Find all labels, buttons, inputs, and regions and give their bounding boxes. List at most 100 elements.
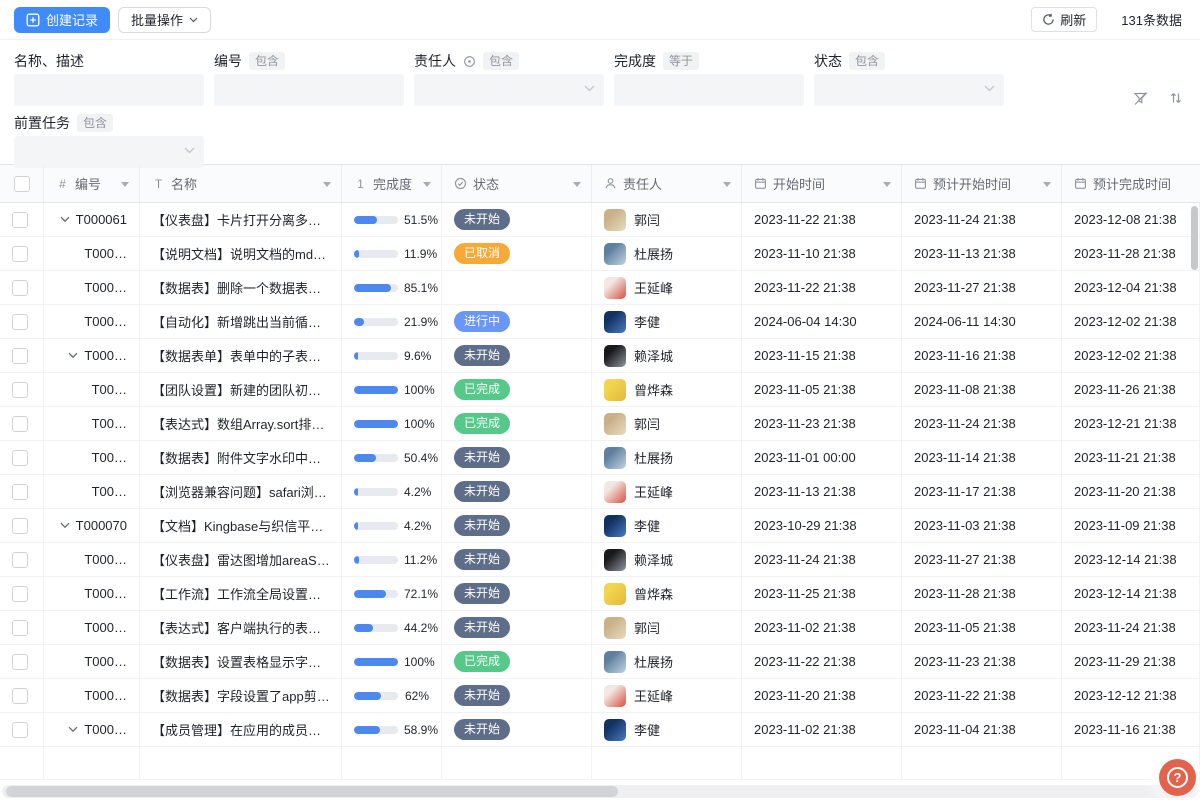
row-checkbox[interactable] (12, 314, 28, 330)
table-row[interactable]: T00… 【浏览器兼容问题】safari浏… 4.2% 未开始 王延峰 2023… (0, 475, 1200, 509)
table-row[interactable]: T000… 【表达式】客户端执行的表… 44.2% 未开始 郭闫 2023-11… (0, 611, 1200, 645)
row-checkbox[interactable] (12, 246, 28, 262)
table-row[interactable]: T00… 【表达式】数组Array.sort排… 100% 已完成 郭闫 202… (0, 407, 1200, 441)
task-name[interactable]: 【数据表】字段设置了app剪… (152, 686, 329, 705)
owner-select[interactable] (414, 74, 604, 106)
column-header-name[interactable]: T 名称 (140, 165, 342, 202)
table-row[interactable]: T000… 【数据表单】表单中的子表… 9.6% 未开始 赖泽城 2023-11… (0, 339, 1200, 373)
row-checkbox[interactable] (12, 382, 28, 398)
task-name[interactable]: 【仪表盘】卡片打开分离多… (152, 210, 321, 229)
column-header-progress[interactable]: 1 完成度 (342, 165, 442, 202)
row-id-label: T000… (84, 620, 127, 635)
horizontal-scrollbar-thumb[interactable] (6, 786, 618, 797)
select-all-checkbox[interactable] (14, 176, 30, 192)
table-row[interactable]: T000… 【数据表】字段设置了app剪… 62% 未开始 王延峰 2023-1… (0, 679, 1200, 713)
column-header-planned-start[interactable]: 预计开始时间 (902, 165, 1062, 202)
status-select[interactable] (814, 74, 1004, 106)
chevron-down-icon[interactable] (68, 352, 78, 359)
column-header-start-time[interactable]: 开始时间 (742, 165, 902, 202)
name-desc-input[interactable] (14, 74, 204, 106)
progress-bar (354, 216, 398, 224)
table-row[interactable]: T000061 【仪表盘】卡片打开分离多… 51.5% 未开始 郭闫 2023-… (0, 203, 1200, 237)
vertical-scrollbar-thumb[interactable] (1191, 206, 1198, 270)
column-header-owner[interactable]: 责任人 (592, 165, 742, 202)
table-row[interactable]: T000… 【数据表】删除一个数据表… 85.1% 王延峰 2023-11-22… (0, 271, 1200, 305)
row-checkbox[interactable] (12, 722, 28, 738)
progress-cell: 50.4% (342, 441, 442, 474)
owner-name: 郭闫 (634, 210, 660, 229)
avatar (604, 447, 626, 469)
refresh-button[interactable]: 刷新 (1031, 7, 1097, 32)
column-menu-caret[interactable] (723, 182, 731, 187)
task-name[interactable]: 【文档】Kingbase与织信平… (152, 516, 323, 535)
start-time-cell: 2023-11-05 21:38 (742, 373, 902, 406)
planned-start-cell: 2024-06-11 14:30 (902, 305, 1062, 338)
chevron-down-icon[interactable] (60, 216, 70, 223)
progress-bar-fill (354, 250, 359, 258)
row-checkbox[interactable] (12, 280, 28, 296)
column-menu-caret[interactable] (573, 182, 581, 187)
progress-input[interactable] (614, 74, 804, 106)
row-checkbox[interactable] (12, 552, 28, 568)
refresh-icon (1042, 13, 1055, 26)
table-row[interactable]: T00… 【团队设置】新建的团队初… 100% 已完成 曾烨森 2023-11-… (0, 373, 1200, 407)
planned-start-cell: 2023-11-08 21:38 (902, 373, 1062, 406)
column-header-status[interactable]: 状态 (442, 165, 592, 202)
row-checkbox[interactable] (12, 348, 28, 364)
target-icon (463, 55, 476, 68)
status-circle-check-icon (454, 177, 467, 190)
task-name[interactable]: 【数据表】附件文字水印中… (152, 448, 321, 467)
table-row[interactable]: T000… 【说明文档】说明文档的md… 11.9% 已取消 杜展扬 2023-… (0, 237, 1200, 271)
task-name[interactable]: 【仪表盘】雷达图增加areaS… (152, 550, 329, 569)
task-name[interactable]: 【团队设置】新建的团队初… (152, 380, 321, 399)
table-row[interactable]: T000… 【成员管理】在应用的成员… 58.9% 未开始 李健 2023-11… (0, 713, 1200, 747)
help-button[interactable]: ? (1159, 759, 1196, 796)
column-menu-caret[interactable] (323, 182, 331, 187)
column-menu-caret[interactable] (1043, 182, 1051, 187)
horizontal-scrollbar-track[interactable] (2, 785, 1198, 798)
row-checkbox[interactable] (12, 416, 28, 432)
column-menu-caret[interactable] (423, 182, 431, 187)
progress-cell: 72.1% (342, 577, 442, 610)
task-name[interactable]: 【数据表】设置表格显示字… (152, 652, 321, 671)
clear-filter-icon[interactable] (1130, 88, 1150, 108)
task-name[interactable]: 【数据表】删除一个数据表… (152, 278, 321, 297)
batch-operations-button[interactable]: 批量操作 (118, 7, 211, 33)
table-row[interactable]: T000… 【数据表】设置表格显示字… 100% 已完成 杜展扬 2023-11… (0, 645, 1200, 679)
table-row[interactable]: T000… 【自动化】新增跳出当前循… 21.9% 进行中 李健 2024-06… (0, 305, 1200, 339)
predecessor-select[interactable] (14, 136, 204, 168)
task-name[interactable]: 【浏览器兼容问题】safari浏… (152, 482, 327, 501)
calendar-icon (1074, 177, 1087, 190)
task-name[interactable]: 【表达式】客户端执行的表… (152, 618, 321, 637)
sort-icon[interactable] (1166, 88, 1186, 108)
task-name[interactable]: 【自动化】新增跳出当前循… (152, 312, 321, 331)
progress-cell: 100% (342, 373, 442, 406)
code-input[interactable] (214, 74, 404, 106)
start-time: 2023-11-25 21:38 (754, 586, 856, 601)
column-menu-caret[interactable] (121, 182, 129, 187)
task-name[interactable]: 【表达式】数组Array.sort排… (152, 414, 324, 433)
column-menu-caret[interactable] (883, 182, 891, 187)
task-name[interactable]: 【数据表单】表单中的子表… (152, 346, 321, 365)
task-name[interactable]: 【工作流】工作流全局设置… (152, 584, 321, 603)
row-checkbox[interactable] (12, 654, 28, 670)
task-name[interactable]: 【成员管理】在应用的成员… (152, 720, 321, 739)
row-checkbox[interactable] (12, 212, 28, 228)
row-checkbox[interactable] (12, 620, 28, 636)
progress-value: 100% (404, 417, 435, 431)
column-header-planned-finish[interactable]: 预计完成时间 (1062, 165, 1200, 202)
task-name[interactable]: 【说明文档】说明文档的md… (152, 244, 326, 263)
chevron-down-icon[interactable] (68, 726, 78, 733)
table-row[interactable]: T000… 【仪表盘】雷达图增加areaS… 11.2% 未开始 赖泽城 202… (0, 543, 1200, 577)
table-row[interactable]: T000… 【工作流】工作流全局设置… 72.1% 未开始 曾烨森 2023-1… (0, 577, 1200, 611)
column-header-id[interactable]: # 编号 (44, 165, 140, 202)
create-record-button[interactable]: 创建记录 (14, 7, 110, 33)
row-checkbox[interactable] (12, 688, 28, 704)
table-row[interactable]: T000070 【文档】Kingbase与织信平… 4.2% 未开始 李健 20… (0, 509, 1200, 543)
table-row[interactable]: T00… 【数据表】附件文字水印中… 50.4% 未开始 杜展扬 2023-11… (0, 441, 1200, 475)
chevron-down-icon[interactable] (60, 522, 70, 529)
row-checkbox[interactable] (12, 586, 28, 602)
row-checkbox[interactable] (12, 450, 28, 466)
row-checkbox[interactable] (12, 518, 28, 534)
row-checkbox[interactable] (12, 484, 28, 500)
